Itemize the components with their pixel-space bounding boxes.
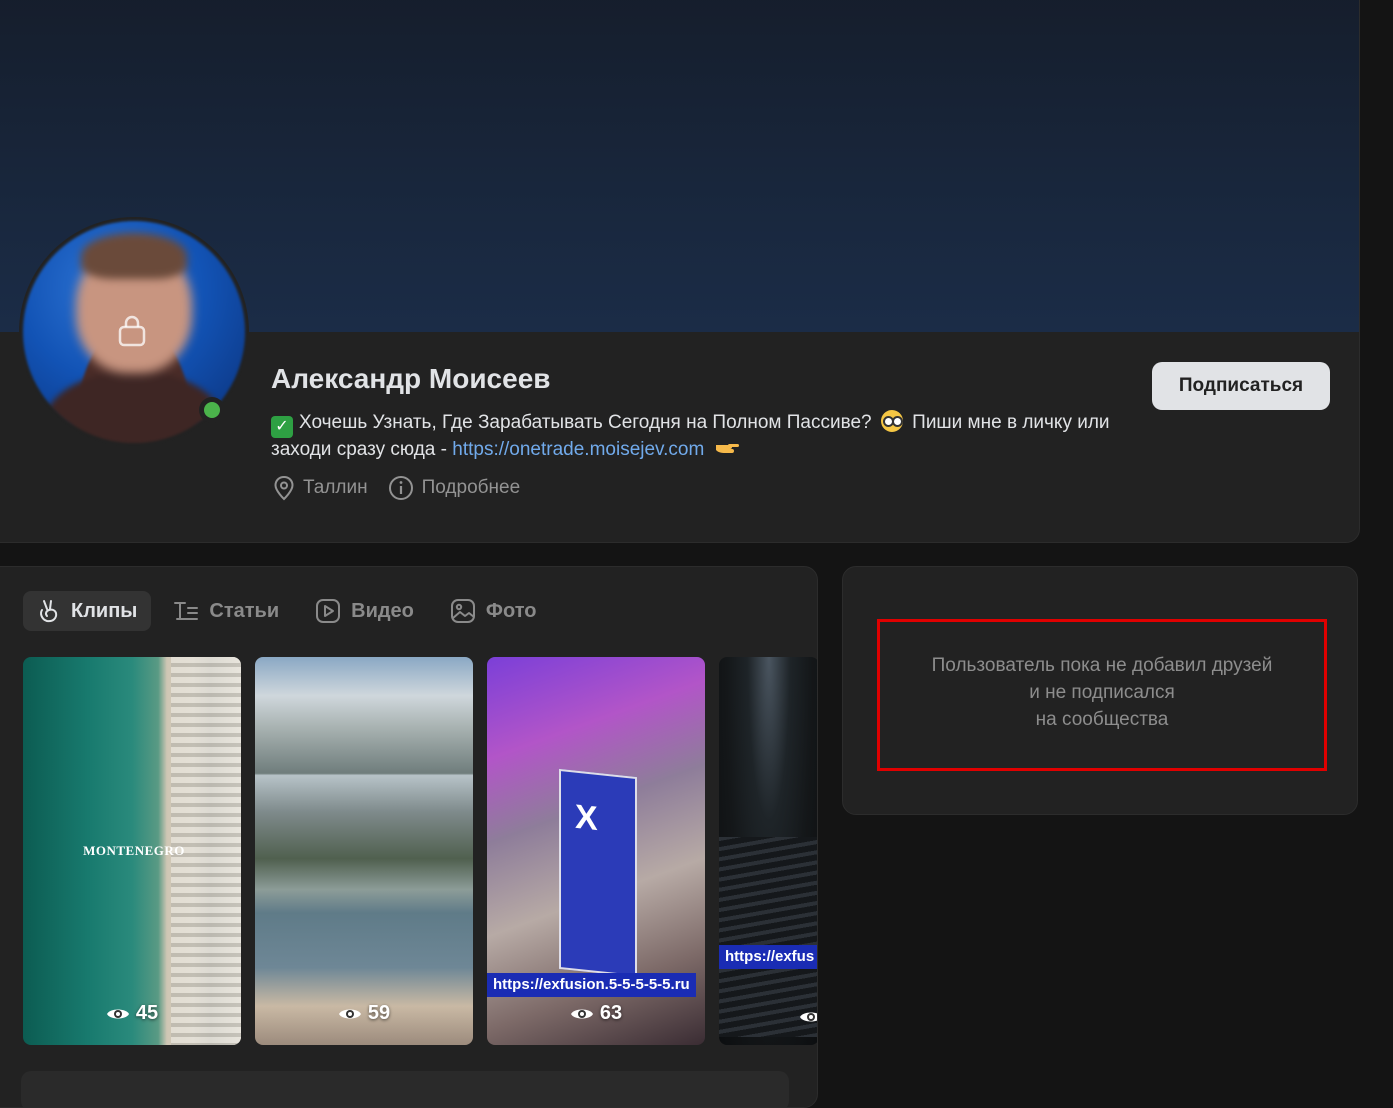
profile-meta: Таллин Подробнее xyxy=(273,475,520,501)
online-indicator xyxy=(199,397,225,423)
city-item[interactable]: Таллин xyxy=(273,475,368,501)
clip-item[interactable]: https://exfus xyxy=(719,657,817,1045)
status-link[interactable]: https://onetrade.moisejev.com xyxy=(452,439,704,460)
video-icon xyxy=(316,599,341,623)
tab-video[interactable]: Видео xyxy=(301,591,428,631)
empty-line-2: и не подписался xyxy=(1029,682,1175,703)
subscribe-button[interactable]: Подписаться xyxy=(1152,362,1330,410)
clip-overlay-text: MONTENEGRO xyxy=(83,843,185,858)
empty-line-3: на сообщества xyxy=(1035,709,1169,730)
photo-icon xyxy=(450,599,475,623)
clip-views: 59 xyxy=(255,1002,473,1025)
articles-icon xyxy=(174,602,199,620)
clips-row: MONTENEGRO 45 59 X https://exfusion.5-5-… xyxy=(23,657,817,1045)
nerd-face-icon xyxy=(880,410,903,432)
clip-views: 63 xyxy=(487,1002,705,1025)
empty-state-text: Пользователь пока не добавил друзей и не… xyxy=(880,652,1324,733)
lock-icon xyxy=(118,315,146,347)
city-label: Таллин xyxy=(303,477,368,498)
eye-icon xyxy=(570,1009,593,1018)
views-count: 59 xyxy=(367,1002,391,1024)
eye-icon xyxy=(106,1009,129,1018)
clip-link-overlay: https://exfusion.5-5-5-5-5.ru xyxy=(487,973,696,997)
pointing-hand-icon xyxy=(715,444,739,453)
clip-views xyxy=(719,1009,817,1025)
empty-line-1: Пользователь пока не добавил друзей xyxy=(931,655,1273,676)
views-count: 63 xyxy=(599,1002,623,1024)
clip-banner xyxy=(559,768,637,978)
more-info-link[interactable]: Подробнее xyxy=(388,475,521,501)
profile-card: Александр Моисеев ✓ Хочешь Узнать, Где За… xyxy=(0,0,1360,543)
tab-label: Клипы xyxy=(71,599,138,622)
clip-icon xyxy=(40,600,58,623)
tab-label: Фото xyxy=(485,599,537,622)
tab-clips[interactable]: Клипы xyxy=(23,591,152,631)
friends-empty-state: Пользователь пока не добавил друзей и не… xyxy=(877,619,1327,771)
tab-label: Видео xyxy=(351,599,414,622)
tab-articles[interactable]: Статьи xyxy=(159,591,293,631)
check-mark-icon: ✓ xyxy=(271,416,293,438)
profile-status: ✓ Хочешь Узнать, Где Зарабатывать Сегодня… xyxy=(271,410,1121,462)
eye-icon xyxy=(338,1009,361,1018)
status-text-part1: Хочешь Узнать, Где Зарабатывать Сегодня … xyxy=(299,412,872,433)
location-pin-icon xyxy=(274,475,294,501)
clip-views: 45 xyxy=(23,1002,241,1025)
tab-label: Статьи xyxy=(209,599,280,622)
content-tabs: Клипы Статьи Видео Фото xyxy=(23,591,550,631)
clip-item[interactable]: 59 xyxy=(255,657,473,1045)
clip-link-overlay: https://exfus xyxy=(719,945,817,969)
fusion-logo: X xyxy=(575,797,598,839)
eye-icon xyxy=(800,1012,817,1022)
clip-background xyxy=(719,837,817,1037)
clip-item[interactable]: X https://exfusion.5-5-5-5-5.ru 63 xyxy=(487,657,705,1045)
profile-name: Александр Моисеев xyxy=(271,363,551,394)
info-icon xyxy=(388,476,413,500)
more-info-label: Подробнее xyxy=(421,477,521,498)
content-bottom-bar[interactable] xyxy=(21,1071,789,1107)
clip-item[interactable]: MONTENEGRO 45 xyxy=(23,657,241,1045)
tab-photo[interactable]: Фото xyxy=(436,591,551,631)
views-count: 45 xyxy=(135,1002,159,1024)
content-card: Клипы Статьи Видео Фото MONTENEGRO 45 59… xyxy=(0,566,818,1108)
friends-card: Пользователь пока не добавил друзей и не… xyxy=(842,566,1358,815)
